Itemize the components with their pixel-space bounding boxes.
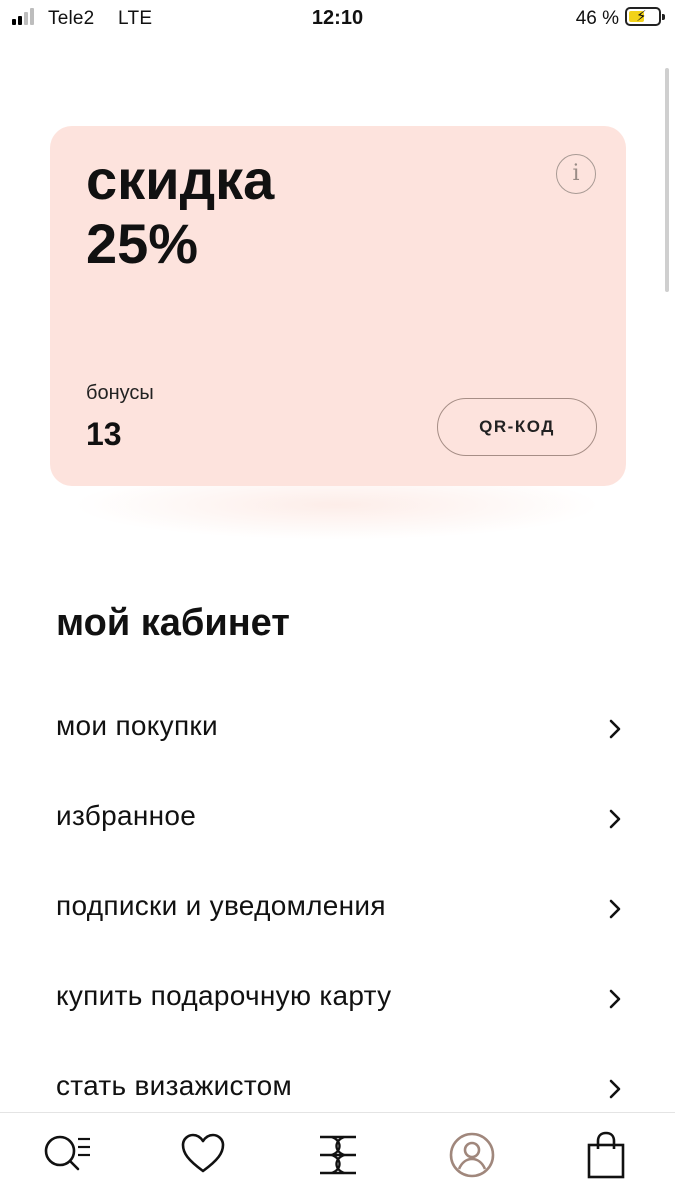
menu-item-my-purchases[interactable]: мои покупки [0, 686, 675, 776]
menu-item-favorites[interactable]: избранное [0, 776, 675, 866]
cabinet-title: мой кабинет [56, 602, 290, 644]
info-icon[interactable]: i [556, 154, 596, 194]
menu-item-gift-card[interactable]: купить подарочную карту [0, 956, 675, 1046]
discount-label: скидка [86, 148, 275, 211]
battery-charging-icon: ⚡ [625, 7, 665, 26]
profile-icon [449, 1132, 495, 1178]
heart-icon [181, 1133, 225, 1173]
tab-profile[interactable] [448, 1131, 496, 1179]
battery-percent: 46 % [575, 8, 619, 29]
chevron-right-icon [609, 1079, 621, 1099]
scrollbar[interactable] [665, 68, 669, 292]
chevron-right-icon [609, 809, 621, 829]
tab-search[interactable] [42, 1131, 90, 1179]
menu-item-label: стать визажистом [56, 1070, 293, 1101]
menu-item-subscriptions[interactable]: подписки и уведомления [0, 866, 675, 956]
qr-code-button[interactable]: QR-КОД [437, 398, 597, 456]
discount-title: скидка 25% [86, 148, 274, 276]
status-time: 12:10 [311, 7, 364, 29]
chevron-right-icon [609, 989, 621, 1009]
shopping-bag-icon [587, 1131, 625, 1179]
brand-logo-icon [320, 1135, 356, 1175]
discount-value: 25% [86, 212, 199, 275]
search-catalog-icon [44, 1135, 90, 1171]
chevron-right-icon [609, 719, 621, 739]
bonus-value: 13 [86, 416, 122, 452]
bonus-label: бонусы [86, 382, 154, 404]
tab-favorites[interactable] [180, 1131, 228, 1179]
menu-item-label: мои покупки [56, 710, 218, 741]
bottom-tab-bar [0, 1112, 675, 1201]
tab-cart[interactable] [584, 1131, 632, 1179]
menu-item-label: купить подарочную карту [56, 980, 392, 1011]
menu-item-label: избранное [56, 800, 197, 831]
status-bar: Tele2 LTE 12:10 46 % ⚡ [0, 0, 675, 38]
bonus-card: скидка 25% i бонусы 13 QR-КОД [50, 126, 626, 486]
menu-item-label: подписки и уведомления [56, 890, 386, 921]
chevron-right-icon [609, 899, 621, 919]
tab-home[interactable] [314, 1131, 362, 1179]
